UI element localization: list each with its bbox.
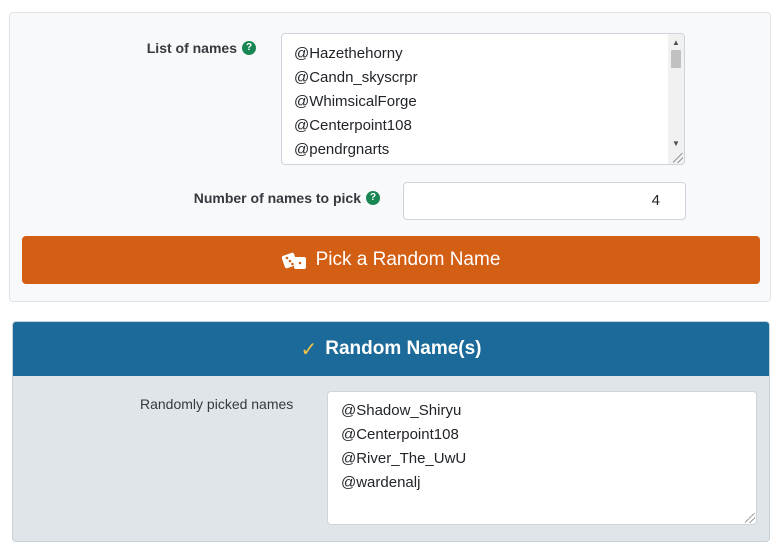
resize-grip-icon[interactable] xyxy=(673,153,683,163)
name-entry: @Hazethehorny xyxy=(294,45,403,62)
scroll-thumb[interactable] xyxy=(671,50,681,68)
pick-random-name-button[interactable]: Pick a Random Name xyxy=(22,236,760,284)
scroll-down-icon[interactable]: ▼ xyxy=(668,136,684,150)
names-textarea[interactable]: @Hazethehorny @Candn_skyscrpr @WhimsicalFo… xyxy=(281,33,685,165)
count-label: Number of names to pick xyxy=(193,190,361,206)
resize-grip-icon[interactable] xyxy=(745,513,755,523)
question-circle-icon[interactable]: ? xyxy=(242,41,256,55)
result-textarea[interactable]: @Shadow_Shiryu @Centerpoint108 @River_The_… xyxy=(327,391,757,525)
picked-name-entry: @wardenalj xyxy=(341,474,421,491)
result-header: ✓ Random Name(s) xyxy=(13,322,769,376)
count-label-row: Number of names to pick ? xyxy=(110,190,380,206)
dice-icon xyxy=(281,252,306,269)
scroll-up-icon[interactable]: ▲ xyxy=(668,35,684,49)
names-list: @Hazethehorny @Candn_skyscrpr @WhimsicalFo… xyxy=(282,34,684,162)
check-icon: ✓ xyxy=(300,338,318,361)
picked-name-entry: @River_The_UwU xyxy=(341,450,467,467)
names-label: List of names xyxy=(146,40,237,56)
picked-name-entry: @Shadow_Shiryu xyxy=(341,402,462,419)
pick-button-label: Pick a Random Name xyxy=(315,249,501,270)
question-circle-icon[interactable]: ? xyxy=(366,191,380,205)
result-title: Random Name(s) xyxy=(325,338,482,359)
name-entry: @pendrgnarts xyxy=(294,141,390,158)
names-label-row: List of names ? xyxy=(70,40,256,56)
picker-card: List of names ? @Hazethehorny @Candn_skys… xyxy=(9,12,771,302)
picked-name-entry: @Centerpoint108 xyxy=(341,426,459,443)
name-entry: @Centerpoint108 xyxy=(294,117,412,134)
result-list: @Shadow_Shiryu @Centerpoint108 @River_The_… xyxy=(328,392,756,495)
result-label: Randomly picked names xyxy=(140,396,294,412)
count-input[interactable]: 4 xyxy=(403,182,686,220)
name-entry: @Candn_skyscrpr xyxy=(294,69,418,86)
names-scrollbar[interactable]: ▲ ▼ xyxy=(668,34,684,164)
name-entry: @WhimsicalForge xyxy=(294,93,417,110)
result-card: ✓ Random Name(s) Randomly picked names @… xyxy=(12,321,770,542)
